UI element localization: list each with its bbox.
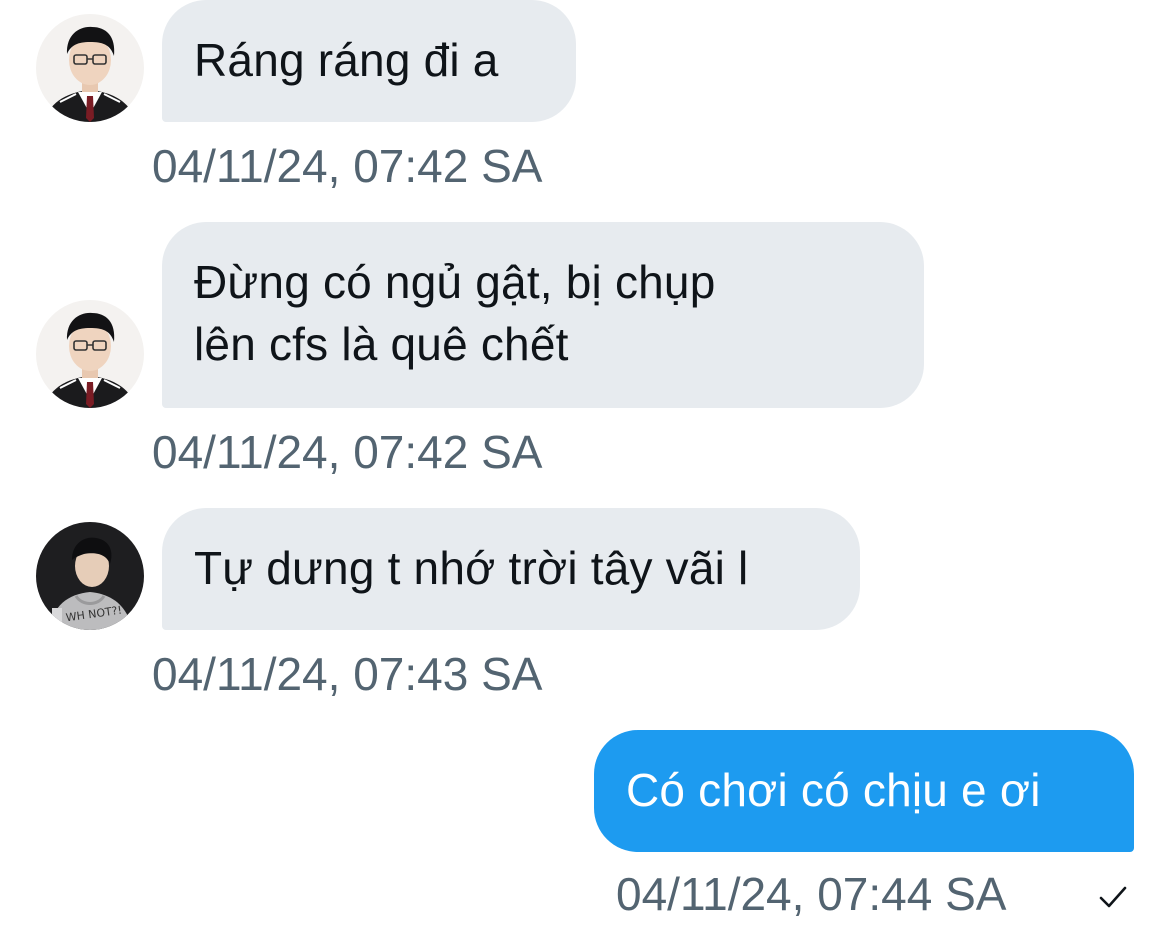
sender-avatar[interactable]: WH NOT?! xyxy=(36,522,144,630)
message-bubble[interactable]: Ráng ráng đi a xyxy=(162,0,576,122)
message-timestamp: 04/11/24, 07:42 SA xyxy=(152,426,543,478)
checkmark-icon xyxy=(1099,886,1127,908)
avatar-suit-boy-icon xyxy=(36,14,144,122)
message-text: Ráng ráng đi a xyxy=(194,34,499,86)
message-text-line-1: Đừng có ngủ gật, bị chụp xyxy=(194,256,716,308)
sender-avatar[interactable] xyxy=(36,300,144,408)
message-bubble-outgoing[interactable]: Có chơi có chịu e ơi xyxy=(594,730,1134,852)
message-text-line-2: lên cfs là quê chết xyxy=(194,318,569,370)
message-timestamp: 04/11/24, 07:43 SA xyxy=(152,648,543,700)
message-timestamp: 04/11/24, 07:42 SA xyxy=(152,140,543,192)
message-text: Có chơi có chịu e ơi xyxy=(626,764,1041,816)
avatar-suit-boy-icon xyxy=(36,300,144,408)
message-bubble[interactable]: Tự dưng t nhớ trời tây vãi l xyxy=(162,508,860,630)
avatar-hoodie-boy-icon: WH NOT?! xyxy=(36,522,144,630)
message-bubble[interactable]: Đừng có ngủ gật, bị chụp lên cfs là quê … xyxy=(162,222,924,408)
message-text: Tự dưng t nhớ trời tây vãi l xyxy=(194,542,749,594)
message-timestamp: 04/11/24, 07:44 SA xyxy=(616,868,1007,920)
sender-avatar[interactable] xyxy=(36,14,144,122)
